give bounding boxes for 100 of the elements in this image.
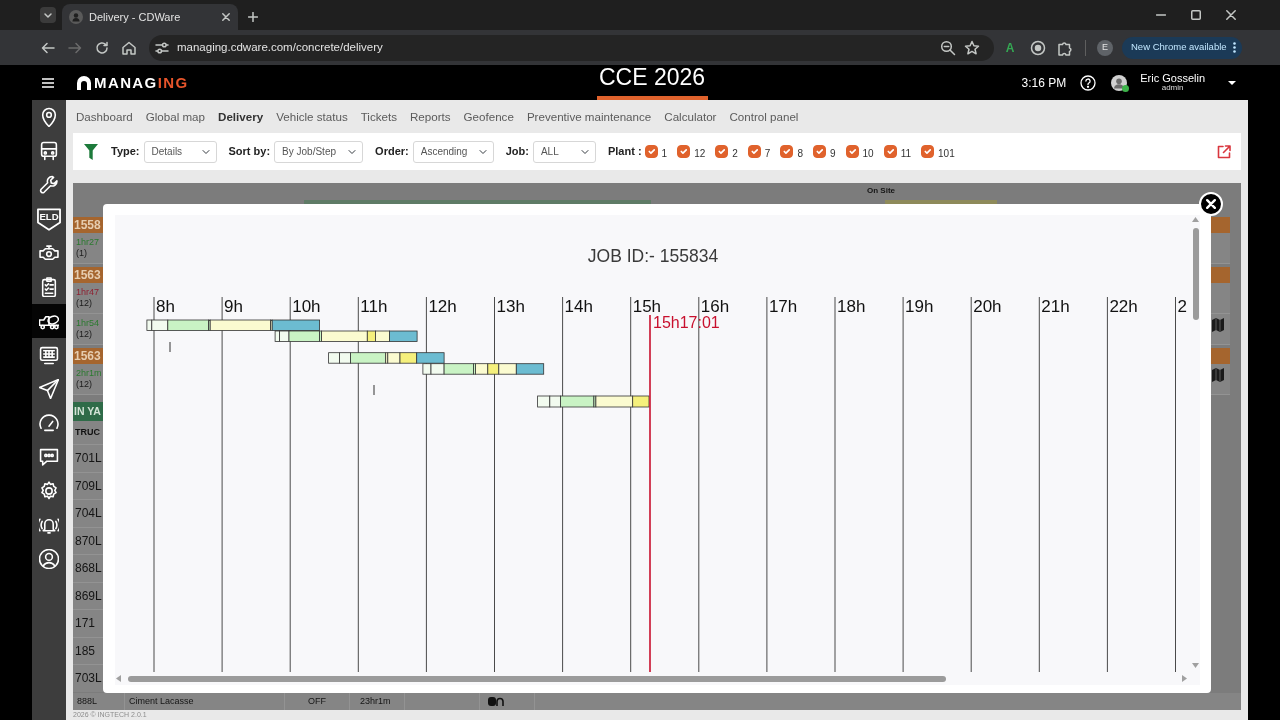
nav-link[interactable]: Geofence	[463, 107, 514, 126]
logo-text: MANAGING	[94, 75, 189, 90]
job-header: 1563	[73, 348, 103, 364]
filter-select[interactable]: Ascending	[412, 140, 494, 163]
external-link-icon[interactable]	[1217, 144, 1231, 159]
hour-label: 9h	[224, 297, 243, 316]
checklist-icon	[39, 277, 59, 297]
settings-icon	[39, 481, 59, 501]
yard-header: IN YA	[73, 402, 103, 421]
filter-label: Job:	[505, 144, 529, 160]
update-button[interactable]: New Chrome available	[1122, 36, 1242, 59]
address-bar[interactable]: managing.cdware.com/concrete/delivery	[149, 34, 994, 61]
current-time-label: 15h17:01	[653, 314, 720, 331]
nav-link[interactable]: Calculator	[664, 107, 717, 126]
nav-link[interactable]: Reports	[410, 107, 451, 126]
more-vertical-icon	[1232, 42, 1236, 53]
trip-duration: 2hr1m	[76, 368, 103, 379]
plant-checkbox[interactable]	[780, 144, 794, 158]
nav-link[interactable]: Vehicle status	[276, 107, 348, 126]
close-icon[interactable]	[222, 13, 230, 21]
job-header: 1558	[73, 217, 103, 233]
puzzle-icon[interactable]	[1057, 39, 1073, 56]
plant-checkbox[interactable]	[845, 144, 859, 158]
profile-button[interactable]: E	[1097, 39, 1113, 56]
screen-icon	[39, 345, 59, 365]
filter-select[interactable]: ALL	[532, 140, 596, 163]
close-icon[interactable]	[1226, 10, 1236, 20]
user-role: admin	[1161, 84, 1184, 93]
scrollbar-thumb[interactable]	[1192, 228, 1199, 320]
ring-dot-icon[interactable]	[1030, 39, 1046, 56]
reload-icon[interactable]	[94, 39, 110, 56]
column-heading: TRUC	[75, 425, 100, 439]
maximize-icon[interactable]	[1191, 10, 1201, 20]
nav-link[interactable]: Global map	[145, 107, 205, 126]
favicon-icon	[69, 10, 83, 24]
nav-link[interactable]: Preventive maintenance	[526, 107, 652, 126]
extension-button[interactable]: A	[1004, 41, 1016, 54]
trip-count: (12)	[76, 298, 93, 309]
plant-checkbox[interactable]	[747, 144, 761, 158]
bus-icon	[39, 141, 59, 161]
hour-label: 8h	[156, 297, 175, 316]
status-text: OFF	[308, 696, 326, 706]
wrench-icon	[39, 175, 59, 195]
status-dot-icon	[1122, 84, 1130, 92]
zoom-icon[interactable]	[940, 39, 956, 56]
plant-checkbox[interactable]	[921, 144, 935, 158]
trip-count: (12)	[76, 329, 93, 340]
trip-count: (12)	[76, 379, 93, 390]
plant-checkbox[interactable]	[812, 144, 826, 158]
hour-label: 10h	[292, 297, 321, 316]
job-title: JOB ID:- 155834	[587, 244, 719, 268]
new-tab-icon[interactable]	[248, 12, 258, 22]
truck-id: 869L	[75, 587, 102, 605]
tab-search-icon[interactable]	[40, 7, 56, 23]
browser-tab[interactable]: Delivery - CDWare	[62, 4, 238, 30]
truck-id: 185	[75, 642, 96, 660]
job-header-bar	[1211, 348, 1230, 364]
user-name[interactable]: Eric Gosselin	[1140, 72, 1205, 85]
nav-link[interactable]: Tickets	[360, 107, 397, 126]
plant-number: 12	[694, 148, 706, 159]
hour-label: 15h	[632, 297, 662, 316]
home-icon[interactable]	[121, 39, 137, 56]
truck-id: 703L	[75, 670, 102, 688]
filter-icon	[84, 143, 98, 160]
star-icon[interactable]	[964, 39, 980, 56]
plant-number: 9	[829, 148, 836, 159]
scrollbar-thumb[interactable]	[128, 675, 946, 682]
hour-label: 20h	[973, 297, 1002, 316]
event-title: CCE 2026	[598, 66, 706, 89]
sliders-icon[interactable]	[154, 39, 170, 56]
nav-link[interactable]: Delivery	[218, 107, 264, 126]
filter-label: Type:	[111, 144, 140, 160]
plant-checkbox[interactable]	[715, 144, 729, 158]
truck-id: 701L	[75, 450, 102, 468]
nav-link[interactable]: Dashboard	[76, 107, 133, 126]
status-icon	[488, 697, 504, 706]
plant-number: 1	[661, 148, 668, 159]
trip-duration: 1hr47	[76, 287, 101, 298]
hour-label: 12h	[428, 297, 457, 316]
filter-select[interactable]: By Job/Step	[274, 140, 364, 163]
plant-checkbox[interactable]	[677, 144, 691, 158]
filter-select[interactable]: Details	[143, 140, 217, 163]
plant-checkbox[interactable]	[883, 144, 897, 158]
help-icon[interactable]	[1080, 74, 1097, 91]
close-button[interactable]	[1199, 192, 1223, 216]
nav-link[interactable]: Control panel	[729, 107, 799, 126]
alarm-bell-icon	[39, 515, 59, 535]
logo-icon	[77, 75, 91, 90]
hour-label: 18h	[837, 297, 866, 316]
gauge-icon	[39, 413, 59, 433]
sidebar-item[interactable]	[32, 304, 66, 338]
paper-plane-icon	[39, 379, 59, 399]
job-header-bar	[1211, 267, 1230, 283]
hour-label: 17h	[768, 297, 798, 316]
menu-icon[interactable]	[42, 77, 54, 88]
avatar-icon[interactable]	[1111, 74, 1128, 91]
hour-label: 14h	[564, 297, 593, 316]
plant-checkbox[interactable]	[644, 144, 658, 158]
caret-down-icon[interactable]	[1228, 80, 1236, 85]
engine-icon	[39, 243, 59, 263]
